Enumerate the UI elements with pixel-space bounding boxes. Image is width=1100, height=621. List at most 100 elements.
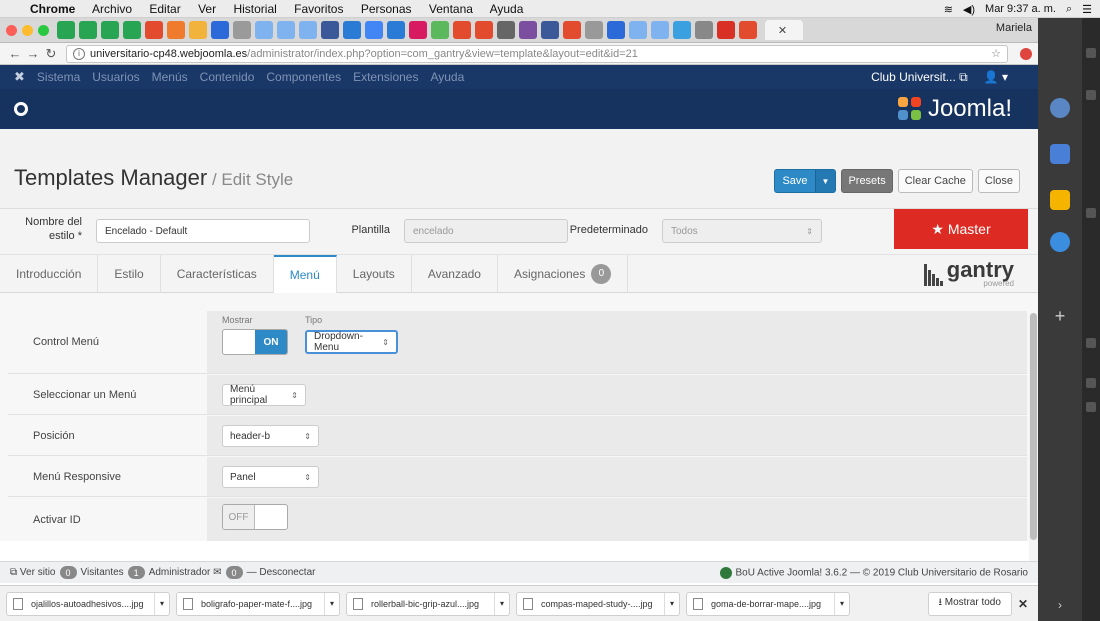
pinned-tab-icon[interactable] <box>79 21 97 39</box>
os-menu-item[interactable]: Editar <box>149 2 180 16</box>
logout-link[interactable]: Desconectar <box>259 567 315 578</box>
pinned-tab-icon[interactable] <box>189 21 207 39</box>
download-item[interactable]: ojalillos-autoadhesivos....jpg ▾ <box>6 591 170 616</box>
pinned-tab-icon[interactable] <box>277 21 295 39</box>
pinned-tab-icon[interactable] <box>409 21 427 39</box>
panel-control-icon[interactable] <box>1086 90 1096 100</box>
admin-menu-item[interactable]: Menús <box>152 70 188 84</box>
os-menu-item[interactable]: Ayuda <box>490 2 524 16</box>
pinned-tab-icon[interactable] <box>585 21 603 39</box>
download-item[interactable]: rollerball-bic-grip-azul....jpg ▾ <box>346 591 510 616</box>
pinned-tab-icon[interactable] <box>255 21 273 39</box>
menu-select[interactable]: Menú principal ⇕ <box>222 384 306 406</box>
tab-estilo[interactable]: Estilo <box>98 254 161 293</box>
avatar[interactable] <box>1050 98 1070 118</box>
pinned-tab-icon[interactable] <box>519 21 537 39</box>
notification-center-icon[interactable]: ☰ <box>1082 3 1092 16</box>
clock[interactable]: Mar 9:37 a. m. <box>985 3 1056 15</box>
presets-button[interactable]: Presets <box>841 169 893 193</box>
pinned-tab-icon[interactable] <box>673 21 691 39</box>
admin-menu-item[interactable]: Ayuda <box>430 70 464 84</box>
close-downloads-icon[interactable]: ✕ <box>1018 597 1028 611</box>
tab-avanzado[interactable]: Avanzado <box>412 254 498 293</box>
notes-icon[interactable] <box>1050 190 1070 210</box>
show-all-downloads-button[interactable]: ⭳ Mostrar todo <box>927 591 1012 616</box>
pinned-tab-icon[interactable] <box>101 21 119 39</box>
pinned-tab-icon[interactable] <box>497 21 515 39</box>
calendar-icon[interactable] <box>1050 144 1070 164</box>
back-icon[interactable]: ← <box>6 46 24 61</box>
pinned-tab-icon[interactable] <box>739 21 757 39</box>
pinned-tab-icon[interactable] <box>629 21 647 39</box>
pinned-tab-icon[interactable] <box>233 21 251 39</box>
chevron-down-icon[interactable]: ▾ <box>153 592 169 615</box>
panel-control-icon[interactable] <box>1086 208 1096 218</box>
pinned-tab-icon[interactable] <box>365 21 383 39</box>
volume-icon[interactable]: ◀) <box>963 3 975 16</box>
bookmark-star-icon[interactable]: ☆ <box>991 47 1001 60</box>
close-button[interactable]: Close <box>977 169 1020 193</box>
admin-menu-item[interactable]: Usuarios <box>92 70 139 84</box>
pinned-tab-icon[interactable] <box>541 21 559 39</box>
position-select[interactable]: header-b ⇕ <box>222 425 319 447</box>
pinned-tab-icon[interactable] <box>431 21 449 39</box>
menu-type-select[interactable]: Dropdown-Menu ⇕ <box>305 330 398 354</box>
admin-menu-item[interactable]: Extensiones <box>353 70 418 84</box>
tab-asignaciones[interactable]: Asignaciones 0 <box>498 254 629 293</box>
pinned-tab-icon[interactable] <box>607 21 625 39</box>
page-scrollbar[interactable] <box>1029 313 1038 583</box>
close-window-icon[interactable] <box>6 24 17 36</box>
pinned-tab-icon[interactable] <box>343 21 361 39</box>
pinned-tab-icon[interactable] <box>211 21 229 39</box>
tasks-icon[interactable] <box>1050 232 1070 252</box>
os-menu-item[interactable]: Archivo <box>92 2 132 16</box>
joomla-menu-icon[interactable]: ✖ <box>14 69 25 85</box>
pinned-tab-icon[interactable] <box>123 21 141 39</box>
site-link[interactable]: Club Universit... ⧉ <box>871 70 968 85</box>
pinned-tab-icon[interactable] <box>475 21 493 39</box>
sidebar-toggle-icon[interactable] <box>14 102 28 116</box>
reload-icon[interactable]: ↻ <box>42 46 60 62</box>
zoom-window-icon[interactable] <box>38 24 49 36</box>
save-dropdown-icon[interactable]: ▼ <box>814 170 836 192</box>
os-menu-item[interactable]: Personas <box>361 2 412 16</box>
master-button[interactable]: ★ Master <box>894 209 1028 249</box>
pinned-tab-icon[interactable] <box>387 21 405 39</box>
panel-control-icon[interactable] <box>1086 48 1096 58</box>
info-icon[interactable]: i <box>73 47 85 60</box>
os-menu-item[interactable]: Favoritos <box>294 2 343 16</box>
wifi-icon[interactable]: ≋ <box>944 3 953 16</box>
tab-layouts[interactable]: Layouts <box>337 254 412 293</box>
pinned-tab-icon[interactable] <box>563 21 581 39</box>
download-item[interactable]: compas-maped-study-....jpg ▾ <box>516 591 680 616</box>
mail-icon[interactable]: ✉ <box>210 567 221 578</box>
panel-control-icon[interactable] <box>1086 402 1096 412</box>
clear-cache-button[interactable]: Clear Cache <box>897 169 973 193</box>
active-tab[interactable]: ✕ <box>765 20 803 40</box>
download-item[interactable]: boligrafo-paper-mate-f....jpg ▾ <box>176 591 340 616</box>
default-select[interactable]: Todos ⇕ <box>662 219 822 243</box>
profile-name[interactable]: Mariela <box>996 22 1032 34</box>
spotlight-icon[interactable]: ⌕ <box>1066 3 1072 16</box>
admin-menu-item[interactable]: Sistema <box>37 70 80 84</box>
save-button[interactable]: Save ▼ <box>774 169 837 193</box>
add-icon[interactable]: + <box>1050 306 1070 326</box>
pinned-tab-icon[interactable] <box>167 21 185 39</box>
pinned-tab-icon[interactable] <box>651 21 669 39</box>
download-item[interactable]: goma-de-borrar-mape....jpg ▾ <box>686 591 850 616</box>
panel-control-icon[interactable] <box>1086 378 1096 388</box>
pinned-tab-icon[interactable] <box>717 21 735 39</box>
close-tab-icon[interactable]: ✕ <box>778 24 787 37</box>
os-menu-app[interactable]: Chrome <box>30 2 75 16</box>
show-toggle[interactable]: ON <box>222 329 288 355</box>
os-menu-item[interactable]: Historial <box>233 2 276 16</box>
chevron-down-icon[interactable]: ▾ <box>493 592 509 615</box>
style-name-input[interactable]: Encelado - Default <box>96 219 310 243</box>
admin-menu-item[interactable]: Componentes <box>266 70 341 84</box>
chevron-down-icon[interactable]: ▾ <box>663 592 679 615</box>
tab-menu[interactable]: Menú <box>273 254 337 293</box>
admin-menu-item[interactable]: Contenido <box>200 70 255 84</box>
chevron-down-icon[interactable]: ▾ <box>323 592 339 615</box>
extension-icon[interactable] <box>1020 47 1032 60</box>
view-site-link[interactable]: Ver sitio <box>20 567 56 578</box>
